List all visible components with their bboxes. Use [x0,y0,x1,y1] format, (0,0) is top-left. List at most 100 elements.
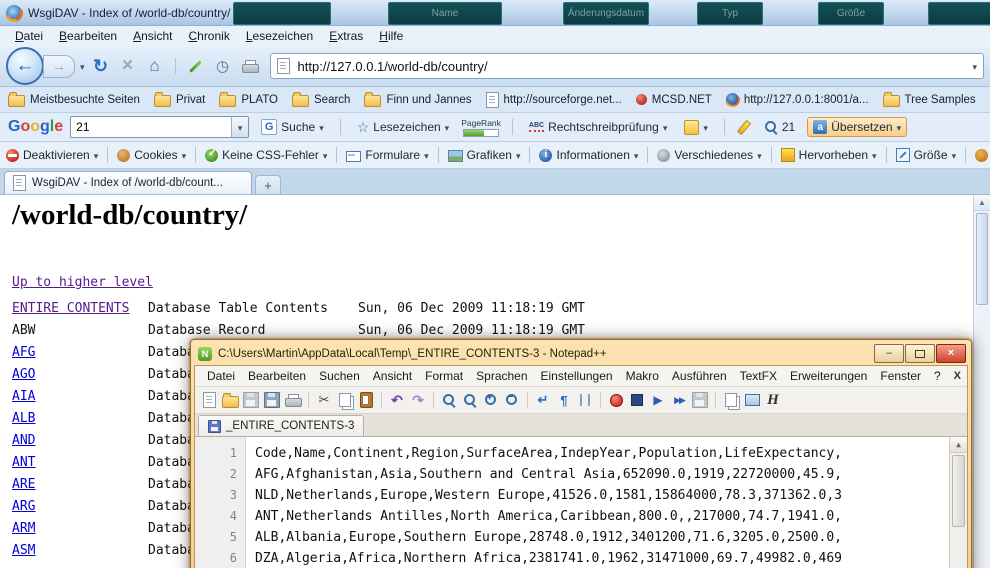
view-in-browser-icon[interactable]: H [764,391,782,409]
copy-icon[interactable] [336,391,354,409]
print-icon[interactable] [284,391,302,409]
np-menu-makro[interactable]: Makro [620,367,665,385]
stop-macro-icon[interactable] [628,391,646,409]
save-macro-icon[interactable] [691,391,709,409]
dir-entry-link[interactable]: ABW [12,323,35,338]
home-icon[interactable] [144,55,166,77]
np-menu-bearbeiten[interactable]: Bearbeiten [242,367,312,385]
dir-entry-link[interactable]: AND [12,433,35,448]
word-find-button[interactable]: 21 [759,118,800,136]
autofill-button[interactable] [679,118,713,137]
translate-button[interactable]: aÜbersetzen [807,117,907,137]
close-button[interactable]: × [936,344,966,363]
dir-entry-link[interactable]: ARM [12,521,35,536]
dir-entry-link[interactable]: ASM [12,543,35,558]
redo-icon[interactable] [409,391,427,409]
pagerank-widget[interactable]: PageRank [461,118,501,137]
close-document-button[interactable]: X [954,370,961,382]
menu-chronik[interactable]: Chronik [181,27,236,45]
paste-icon[interactable] [357,391,375,409]
webdev-grafiken[interactable]: Grafiken [448,148,521,162]
google-search-input[interactable] [71,120,231,134]
google-search-box[interactable] [70,116,249,138]
edit-pen-icon[interactable] [185,55,207,77]
undo-icon[interactable] [388,391,406,409]
np-menu-sprachen[interactable]: Sprachen [470,367,533,385]
np-menu-suchen[interactable]: Suchen [313,367,366,385]
maximize-button[interactable] [905,344,935,363]
cut-icon[interactable] [315,391,333,409]
page-scrollbar[interactable]: ▲ [973,195,990,568]
dir-entry-link[interactable]: AFG [12,345,35,360]
google-bookmarks-button[interactable]: Lesezeichen [352,117,454,138]
save-all-icon[interactable] [263,391,281,409]
bookmark-sourceforge[interactable]: http://sourceforge.net... [486,92,622,108]
webdev-cookies[interactable]: Cookies [117,148,186,162]
bookmark-privat[interactable]: Privat [154,92,205,107]
google-search-button[interactable]: GSuche [256,117,329,137]
menu-ansicht[interactable]: Ansicht [126,27,179,45]
urlbar[interactable] [270,53,984,79]
bookmark-finn-und-jannes[interactable]: Finn und Jannes [364,92,471,107]
bookmark-tree-samples[interactable]: Tree Samples [883,92,976,107]
document-tab[interactable]: _ENTIRE_CONTENTS-3 [198,415,364,436]
word-wrap-icon[interactable] [534,391,552,409]
url-input[interactable] [296,58,967,75]
np-menu-textfx[interactable]: TextFX [734,367,783,385]
doc-monitor-icon[interactable] [743,391,761,409]
webdev-extras[interactable]: Extras [975,148,990,162]
np-menu-ansicht[interactable]: Ansicht [367,367,418,385]
webdev-formulare[interactable]: Formulare [346,148,428,162]
menu-hilfe[interactable]: Hilfe [372,27,410,45]
notepad-titlebar[interactable]: N C:\Users\Martin\AppData\Local\Temp\_EN… [194,343,968,365]
scrollbar-thumb[interactable] [976,213,988,305]
save-icon[interactable] [242,391,260,409]
dir-entry-link[interactable]: AIA [12,389,35,404]
menu-datei[interactable]: Datei [8,27,50,45]
np-menu-erweiterungen[interactable]: Erweiterungen [784,367,873,385]
doc-switch-icon[interactable] [722,391,740,409]
dir-entry-link[interactable]: ARE [12,477,35,492]
np-menu-datei[interactable]: Datei [201,367,241,385]
webdev-groesse[interactable]: Größe [896,148,957,162]
bookmark-localhost-8001[interactable]: http://127.0.0.1:8001/a... [726,93,869,106]
history-dropdown-icon[interactable] [80,59,85,73]
print-icon[interactable] [239,55,261,77]
new-file-icon[interactable] [200,391,218,409]
bookmark-search[interactable]: Search [292,92,350,107]
search-history-dropdown[interactable] [231,117,248,137]
np-menu-ausfuehren[interactable]: Ausführen [666,367,733,385]
scrollbar-thumb[interactable] [952,455,965,527]
back-button[interactable]: ← [6,47,44,85]
zoom-in-icon[interactable] [482,391,500,409]
open-file-icon[interactable] [221,391,239,409]
dir-entry-link[interactable]: ENTIRE CONTENTS [12,301,129,316]
highlighter-button[interactable] [736,118,752,137]
firefox-titlebar[interactable]: WsgiDAV - Index of /world-db/country/ - … [0,0,990,26]
dir-entry-link[interactable]: ALB [12,411,35,426]
tab-wsgidav[interactable]: WsgiDAV - Index of /world-db/count... [4,171,252,194]
minimize-button[interactable]: – [874,344,904,363]
webdev-deaktivieren[interactable]: Deaktivieren [6,148,98,162]
webdev-css-errors[interactable]: Keine CSS-Fehler [205,148,327,162]
run-macro-multiple-icon[interactable] [670,391,688,409]
reload-icon[interactable] [90,55,112,77]
forward-button[interactable]: → [43,55,75,78]
np-menu-help[interactable]: ? [928,367,947,385]
bookmark-most-visited[interactable]: Meistbesuchte Seiten [8,92,140,107]
scroll-up-icon[interactable]: ▲ [974,195,990,211]
menu-bearbeiten[interactable]: Bearbeiten [52,27,124,45]
scroll-up-icon[interactable]: ▲ [950,437,967,453]
spellcheck-button[interactable]: ABCRechtschreibprüfung [524,118,672,136]
history-clock-icon[interactable] [212,55,234,77]
menu-extras[interactable]: Extras [322,27,370,45]
up-to-higher-level-link[interactable]: Up to higher level [12,275,153,290]
indent-guide-icon[interactable] [576,391,594,409]
webdev-verschiedenes[interactable]: Verschiedenes [657,148,761,162]
np-menu-format[interactable]: Format [419,367,469,385]
dir-entry-link[interactable]: ANT [12,455,35,470]
find-icon[interactable] [440,391,458,409]
dir-entry-link[interactable]: ARG [12,499,35,514]
record-macro-icon[interactable] [607,391,625,409]
replace-icon[interactable] [461,391,479,409]
